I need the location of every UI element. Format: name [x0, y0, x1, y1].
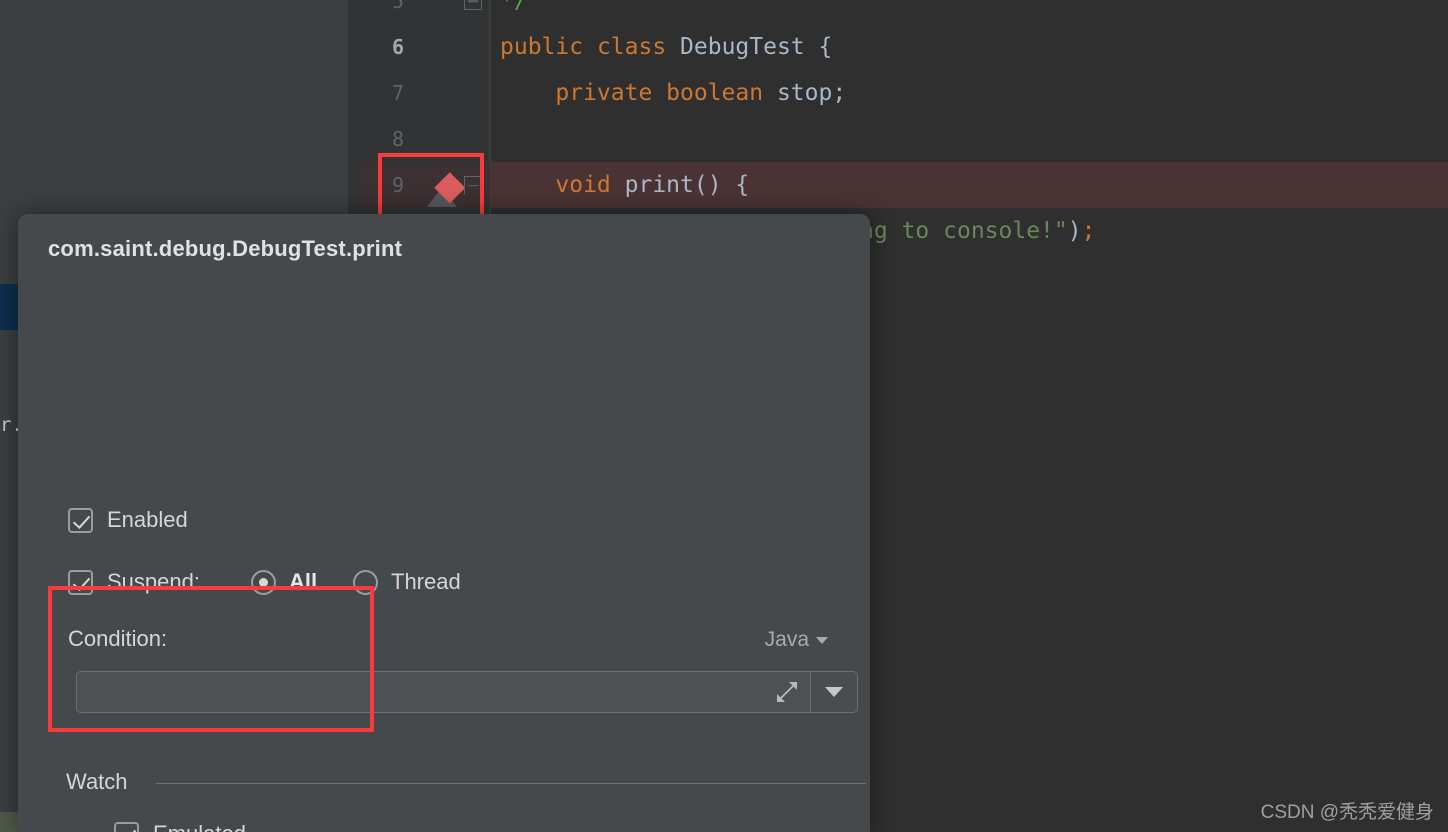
code-token: ;	[1081, 218, 1096, 244]
code-token: print	[624, 172, 694, 198]
line-number: 5	[391, 0, 404, 13]
code-token: */	[500, 0, 528, 14]
chevron-down-icon	[816, 636, 828, 644]
gutter-line[interactable]: 5	[360, 0, 490, 24]
gutter-line[interactable]: 7	[360, 70, 490, 116]
watermark: CSDN @秃秃爱健身	[1260, 802, 1434, 823]
code-line[interactable]	[500, 116, 1448, 162]
condition-dropdown-button[interactable]	[810, 672, 857, 712]
enabled-checkbox[interactable]	[68, 507, 93, 533]
line-number: 7	[391, 81, 404, 105]
emulated-checkbox[interactable]	[114, 821, 139, 832]
fold-collapse-icon[interactable]	[464, 0, 482, 10]
language-selector-label: Java	[764, 628, 809, 651]
code-line[interactable]: */	[500, 0, 1448, 24]
enabled-row[interactable]: Enabled	[68, 507, 188, 533]
chevron-down-icon	[825, 687, 843, 697]
annotation-box-watch	[48, 586, 374, 732]
code-line[interactable]: public class DebugTest {	[500, 24, 1448, 70]
line-number: 8	[391, 127, 404, 151]
watch-section-divider	[156, 783, 866, 784]
code-token: )	[1067, 218, 1082, 244]
popup-title: com.saint.debug.DebugTest.print	[48, 236, 403, 261]
code-token: private	[555, 80, 667, 106]
code-token: {	[804, 34, 833, 60]
code-token: () {	[693, 172, 750, 198]
language-selector[interactable]: Java	[765, 628, 828, 652]
radio-thread-label: Thread	[391, 569, 461, 594]
code-token: class	[596, 34, 681, 60]
code-token: boolean	[666, 80, 777, 106]
watch-item-emulated[interactable]: Emulated	[114, 821, 246, 832]
line-number: 6	[391, 35, 404, 59]
breakpoint-settings-popup: com.saint.debug.DebugTest.print Enabled …	[18, 214, 870, 832]
code-token: public	[500, 34, 597, 60]
code-token: stop;	[776, 80, 847, 106]
code-token: DebugTest	[680, 34, 805, 60]
emulated-label: Emulated	[153, 821, 246, 832]
annotation-box-breakpoint	[378, 153, 484, 219]
enabled-label: Enabled	[107, 507, 188, 532]
expand-diagonal-icon[interactable]	[776, 681, 798, 703]
code-line[interactable]: private boolean stop;	[555, 70, 1448, 116]
code-line[interactable]: void print() {	[555, 162, 1448, 208]
code-token: void	[555, 172, 625, 198]
gutter-line[interactable]: 6	[360, 24, 490, 70]
watch-section-label: Watch	[66, 769, 138, 795]
